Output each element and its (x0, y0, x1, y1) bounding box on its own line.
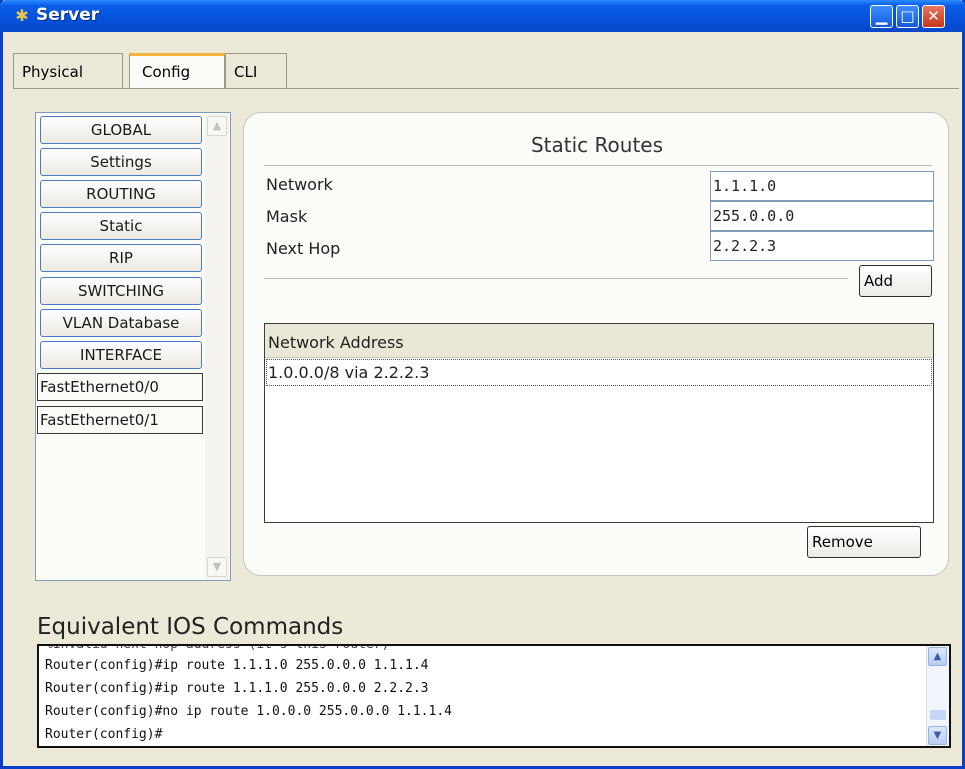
table-header: Network Address (265, 324, 933, 358)
sidebar-item-rip[interactable]: RIP (40, 244, 202, 272)
minimize-icon: ▁ (875, 7, 888, 25)
ios-commands-title: Equivalent IOS Commands (37, 614, 348, 640)
console-scrollbar[interactable]: ▲ ▼ (926, 646, 949, 746)
table-row[interactable]: 1.0.0.0/8 via 2.2.2.3 (266, 359, 932, 386)
console-line: Router(config)# (45, 727, 163, 742)
maximize-icon: □ (900, 7, 915, 25)
sidebar-item-vlan-database[interactable]: VLAN Database (40, 309, 202, 337)
sidebar-item-fastethernet0-1[interactable]: FastEthernet0/1 (37, 406, 203, 434)
sidebar-item-global[interactable]: GLOBAL (40, 116, 202, 144)
title-bar[interactable]: ✱ Server ▁ □ ✕ (0, 0, 965, 32)
ios-commands-console[interactable]: %Invalid next hop address (it's this rou… (37, 644, 951, 748)
add-button[interactable]: Add (859, 265, 932, 297)
close-button[interactable]: ✕ (922, 5, 945, 28)
maximize-button[interactable]: □ (896, 5, 919, 28)
scroll-up-icon[interactable]: ▲ (207, 116, 227, 136)
static-routes-panel: Static Routes Network 1.1.1.0 Mask 255.0… (243, 112, 949, 576)
network-label: Network (266, 175, 333, 194)
console-line: Router(config)#ip route 1.1.1.0 255.0.0.… (45, 681, 429, 696)
tab-divider (13, 88, 959, 89)
console-line: Router(config)#no ip route 1.0.0.0 255.0… (45, 704, 452, 719)
minimize-button[interactable]: ▁ (870, 5, 893, 28)
scroll-thumb[interactable] (930, 710, 946, 720)
next-hop-input[interactable]: 2.2.2.3 (710, 231, 934, 261)
tab-cli[interactable]: CLI (225, 53, 287, 89)
add-divider (264, 278, 848, 279)
tab-physical[interactable]: Physical (13, 53, 123, 89)
sidebar-item-interface[interactable]: INTERFACE (40, 341, 202, 369)
tab-config[interactable]: Config (129, 53, 225, 89)
sidebar-item-static[interactable]: Static (40, 212, 202, 240)
next-hop-label: Next Hop (266, 239, 341, 258)
sidebar-item-routing[interactable]: ROUTING (40, 180, 202, 208)
console-line: Router(config)#ip route 1.1.1.0 255.0.0.… (45, 658, 429, 673)
mask-label: Mask (266, 207, 308, 226)
config-sidebar: GLOBAL Settings ROUTING Static RIP SWITC… (35, 112, 231, 581)
panel-title: Static Routes (530, 133, 664, 157)
remove-button[interactable]: Remove (807, 526, 921, 558)
window-title: Server (36, 5, 100, 25)
sidebar-item-fastethernet0-0[interactable]: FastEthernet0/0 (37, 373, 203, 401)
close-icon: ✕ (927, 7, 940, 25)
sidebar-scrollbar[interactable]: ▲ ▼ (205, 114, 229, 579)
server-icon: ✱ (15, 6, 29, 25)
network-input[interactable]: 1.1.1.0 (710, 171, 934, 201)
sidebar-item-settings[interactable]: Settings (40, 148, 202, 176)
scroll-down-icon[interactable]: ▼ (928, 726, 947, 745)
console-line: %Invalid next hop address (it's this rou… (45, 644, 390, 652)
mask-input[interactable]: 255.0.0.0 (710, 201, 934, 231)
title-divider (264, 165, 932, 166)
scroll-down-icon[interactable]: ▼ (207, 557, 227, 577)
scroll-up-icon[interactable]: ▲ (928, 647, 947, 666)
server-window: ✱ Server ▁ □ ✕ Physical Config CLI GLOBA… (0, 0, 965, 769)
network-address-table: Network Address 1.0.0.0/8 via 2.2.2.3 (264, 323, 934, 523)
sidebar-item-switching[interactable]: SWITCHING (40, 277, 202, 305)
